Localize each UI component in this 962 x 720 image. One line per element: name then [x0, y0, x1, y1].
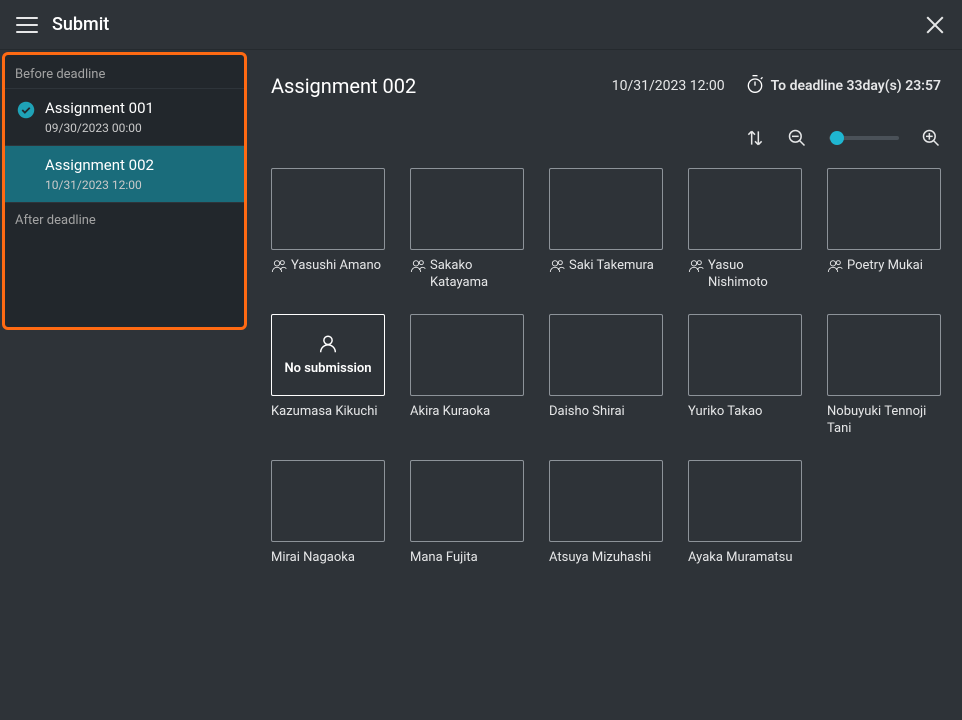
- student-cell: Atsuya Mizuhashi: [549, 460, 663, 568]
- student-label: Saki Takemura: [549, 258, 663, 280]
- student-cell: Ayaka Muramatsu: [688, 460, 802, 568]
- student-cell: Yasuo Nishimoto: [688, 168, 802, 292]
- submission-thumbnail[interactable]: [688, 168, 802, 250]
- student-name: Daisho Shirai: [549, 404, 625, 421]
- student-label: Poetry Mukai: [827, 258, 941, 280]
- submission-thumbnail[interactable]: [410, 168, 524, 250]
- student-label: Mana Fujita: [410, 550, 524, 568]
- submission-thumbnail[interactable]: [549, 168, 663, 250]
- student-name: Ayaka Muramatsu: [688, 550, 793, 567]
- submission-thumbnail[interactable]: [688, 460, 802, 542]
- student-name: Mirai Nagaoka: [271, 550, 355, 567]
- zoom-in-icon[interactable]: [921, 128, 941, 148]
- main-header: Assignment 002 10/31/2023 12:00 To deadl…: [271, 74, 941, 98]
- student-name: Mana Fujita: [410, 550, 478, 567]
- student-name: Saki Takemura: [569, 258, 654, 275]
- submission-thumbnail[interactable]: [410, 314, 524, 396]
- sidebar-assignment[interactable]: Assignment 001 09/30/2023 00:00: [5, 89, 244, 146]
- submission-thumbnail[interactable]: [549, 460, 663, 542]
- student-label: Yasuo Nishimoto: [688, 258, 802, 292]
- student-name: Kazumasa Kikuchi: [271, 404, 378, 421]
- no-submission-text: No submission: [284, 361, 371, 376]
- student-cell: Mirai Nagaoka: [271, 460, 385, 568]
- student-label: Nobuyuki Tennoji Tani: [827, 404, 941, 438]
- assignment-date: 09/30/2023 00:00: [45, 121, 230, 135]
- main-pane: Assignment 002 10/31/2023 12:00 To deadl…: [249, 50, 962, 720]
- close-icon[interactable]: [924, 14, 946, 36]
- sort-icon[interactable]: [745, 128, 765, 148]
- student-cell: Yuriko Takao: [688, 314, 802, 438]
- student-name: Atsuya Mizuhashi: [549, 550, 651, 567]
- submission-thumbnail[interactable]: [271, 168, 385, 250]
- menu-icon[interactable]: [16, 17, 38, 33]
- student-label: Yasushi Amano: [271, 258, 385, 280]
- student-cell: Sakako Katayama: [410, 168, 524, 292]
- student-name: Poetry Mukai: [847, 258, 923, 275]
- student-label: Atsuya Mizuhashi: [549, 550, 663, 568]
- person-icon: [410, 258, 426, 280]
- app-header: Submit: [0, 0, 962, 50]
- student-label: Mirai Nagaoka: [271, 550, 385, 568]
- student-name: Akira Kuraoka: [410, 404, 490, 421]
- assignment-date: 10/31/2023 12:00: [45, 178, 230, 192]
- assignment-list: Assignment 00109/30/2023 00:00Assignment…: [5, 89, 244, 203]
- zoom-out-icon[interactable]: [787, 128, 807, 148]
- student-label: Ayaka Muramatsu: [688, 550, 802, 568]
- student-grid: Yasushi Amano Sakako Katayama Saki Takemur…: [271, 168, 941, 568]
- sidebar-section-after: After deadline: [5, 203, 244, 234]
- student-cell: Akira Kuraoka: [410, 314, 524, 438]
- student-name: Nobuyuki Tennoji Tani: [827, 404, 941, 438]
- countdown-text: To deadline 33day(s) 23:57: [771, 78, 941, 94]
- student-name: Sakako Katayama: [430, 258, 524, 292]
- student-cell: No submission Kazumasa Kikuchi: [271, 314, 385, 438]
- submission-thumbnail[interactable]: No submission: [271, 314, 385, 396]
- deadline-countdown: To deadline 33day(s) 23:57: [745, 74, 941, 98]
- submission-thumbnail[interactable]: [271, 460, 385, 542]
- student-cell: Yasushi Amano: [271, 168, 385, 292]
- student-cell: Nobuyuki Tennoji Tani: [827, 314, 941, 438]
- toolbar: [271, 128, 941, 148]
- timer-icon: [745, 74, 765, 98]
- page-title: Submit: [52, 14, 109, 35]
- student-label: Yuriko Takao: [688, 404, 802, 422]
- submission-thumbnail[interactable]: [827, 168, 941, 250]
- assignment-name: Assignment 002: [45, 156, 230, 174]
- student-label: Daisho Shirai: [549, 404, 663, 422]
- student-name: Yasuo Nishimoto: [708, 258, 802, 292]
- student-cell: Saki Takemura: [549, 168, 663, 292]
- student-name: Yasushi Amano: [291, 258, 381, 275]
- person-icon: [688, 258, 704, 280]
- header-right: 10/31/2023 12:00 To deadline 33day(s) 23…: [612, 74, 941, 98]
- sidebar-assignment[interactable]: Assignment 002 10/31/2023 12:00: [5, 146, 244, 203]
- submission-thumbnail[interactable]: [688, 314, 802, 396]
- student-cell: Daisho Shirai: [549, 314, 663, 438]
- person-icon: [549, 258, 565, 280]
- student-cell: Poetry Mukai: [827, 168, 941, 292]
- student-label: Kazumasa Kikuchi: [271, 404, 385, 422]
- deadline-datetime: 10/31/2023 12:00: [612, 78, 725, 94]
- sidebar: Before deadline Assignment 001 09/30/2023…: [2, 52, 247, 330]
- submission-thumbnail[interactable]: [410, 460, 524, 542]
- student-name: Yuriko Takao: [688, 404, 762, 421]
- header-left: Submit: [16, 14, 109, 35]
- person-icon: [271, 258, 287, 280]
- check-icon: [17, 101, 35, 119]
- submission-thumbnail[interactable]: [549, 314, 663, 396]
- zoom-slider-thumb[interactable]: [830, 131, 844, 145]
- zoom-slider[interactable]: [829, 136, 899, 140]
- submission-thumbnail[interactable]: [827, 314, 941, 396]
- no-submission-indicator: No submission: [284, 333, 371, 376]
- assignment-title: Assignment 002: [271, 74, 416, 98]
- assignment-name: Assignment 001: [45, 99, 230, 117]
- student-cell: Mana Fujita: [410, 460, 524, 568]
- person-icon: [827, 258, 843, 280]
- sidebar-section-before: Before deadline: [5, 57, 244, 89]
- student-label: Sakako Katayama: [410, 258, 524, 292]
- student-label: Akira Kuraoka: [410, 404, 524, 422]
